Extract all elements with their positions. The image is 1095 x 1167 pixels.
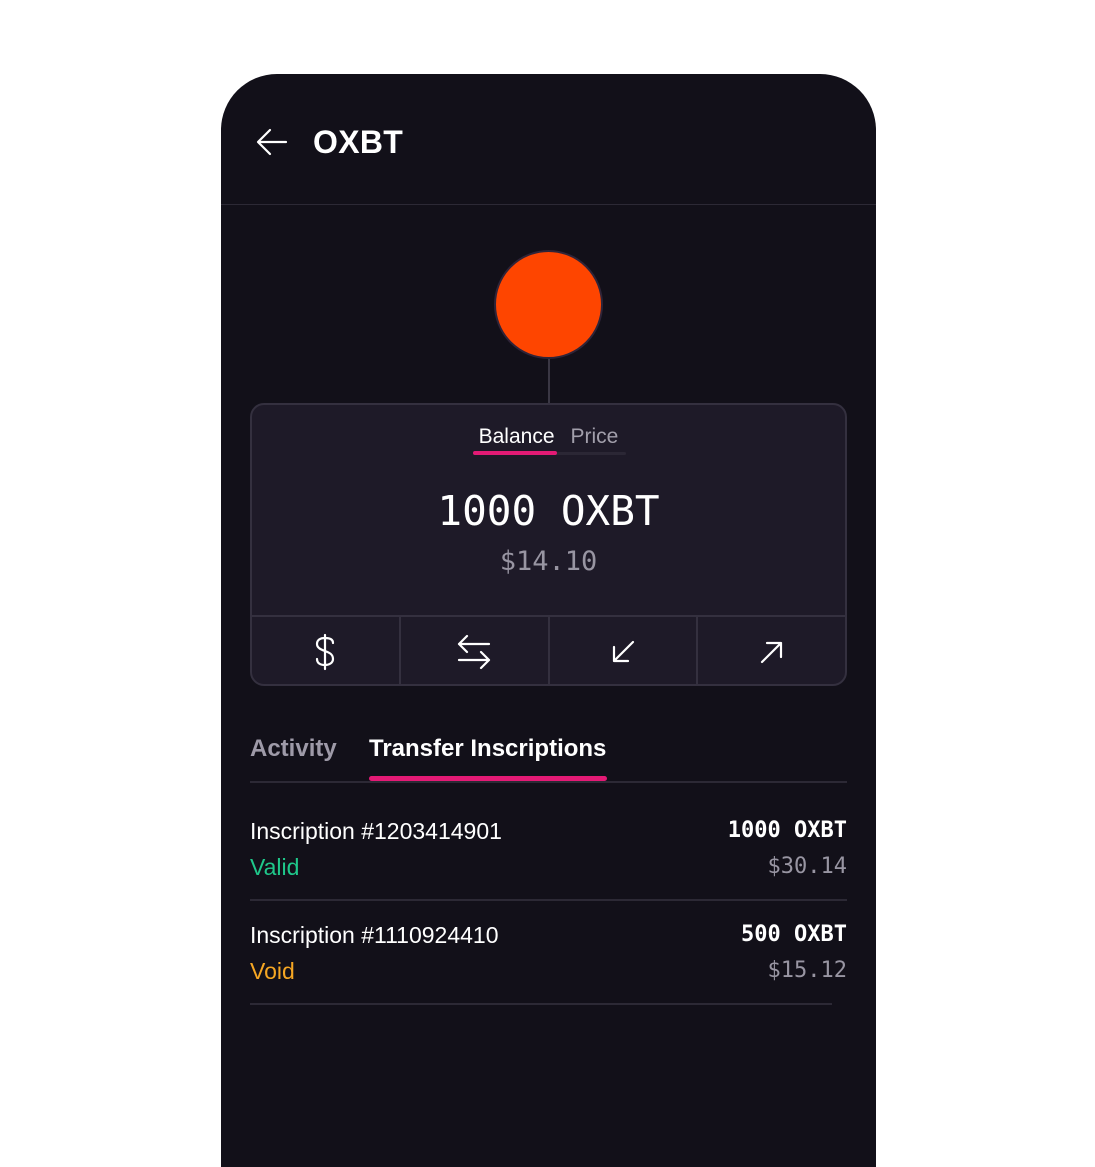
tab-bar: Activity Transfer Inscriptions: [250, 729, 847, 783]
buy-button[interactable]: [252, 617, 401, 684]
inscription-fiat-value: $15.12: [767, 958, 847, 983]
tab-active-indicator: [369, 776, 607, 781]
swap-button[interactable]: [401, 617, 550, 684]
segment-balance[interactable]: Balance: [479, 425, 555, 455]
swap-arrows-icon: [458, 634, 491, 669]
tab-activity[interactable]: Activity: [250, 735, 337, 763]
inscription-amount: 1000 OXBT: [727, 818, 847, 843]
send-button[interactable]: [698, 617, 845, 684]
segment-price[interactable]: Price: [571, 425, 619, 455]
inscription-fiat-value: $30.14: [767, 854, 847, 879]
inscription-name: Inscription #1110924410: [250, 922, 499, 948]
back-button[interactable]: [254, 124, 290, 160]
inscription-status: Valid: [250, 854, 300, 880]
arrow-up-right-icon: [760, 641, 782, 663]
balance-fiat-value: $14.10: [499, 546, 598, 577]
receive-button[interactable]: [550, 617, 699, 684]
token-logo: [494, 250, 603, 359]
header: OXBT: [221, 74, 876, 205]
dollar-icon: [316, 633, 335, 670]
inscription-list: Inscription #1203414901 Valid 1000 OXBT …: [250, 797, 847, 1005]
arrow-down-left-icon: [612, 640, 634, 662]
inscription-amount: 500 OXBT: [741, 922, 847, 947]
action-bar: [252, 615, 845, 684]
balance-price-toggle: Balance Price: [252, 425, 845, 455]
page-title: OXBT: [313, 124, 404, 160]
arrow-left-icon: [256, 128, 288, 156]
inscription-status: Void: [250, 958, 295, 984]
list-item[interactable]: Inscription #1110924410 Void 500 OXBT $1…: [250, 901, 847, 1005]
inscription-name: Inscription #1203414901: [250, 818, 502, 844]
balance-amount: 1000 OXBT: [437, 487, 660, 535]
list-item[interactable]: Inscription #1203414901 Valid 1000 OXBT …: [250, 797, 847, 901]
connector-line: [548, 359, 550, 404]
balance-card: Balance Price 1000 OXBT $14.10: [250, 403, 847, 686]
phone-screen: OXBT Balance Price 1000 OXBT $14.10 Acti…: [221, 74, 876, 1167]
tab-transfer-inscriptions[interactable]: Transfer Inscriptions: [369, 735, 606, 763]
